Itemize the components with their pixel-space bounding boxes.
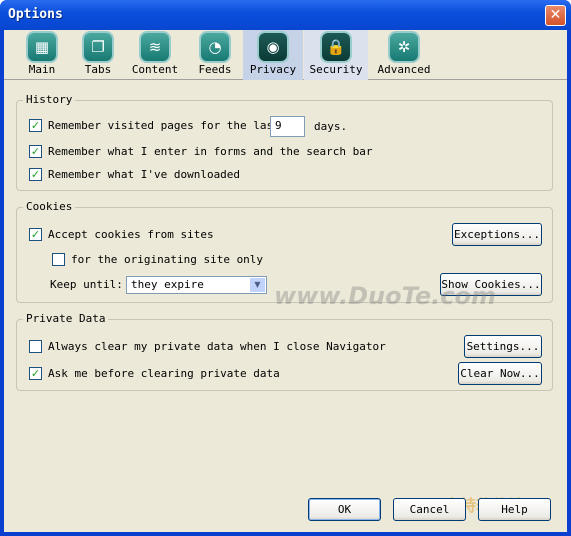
accept-cookies-row: ✓ Accept cookies from sites (29, 228, 214, 241)
window-title: Options (8, 7, 63, 22)
settings-button[interactable]: Settings... (464, 335, 542, 358)
group-label: Private Data (23, 312, 109, 325)
keep-until-label: Keep until: (50, 278, 123, 291)
tab-main[interactable]: ▦ Main (22, 30, 62, 80)
tab-advanced[interactable]: ✲ Advanced (374, 30, 434, 80)
remember-downloads-checkbox[interactable]: ✓ (29, 168, 42, 181)
ask-me-checkbox[interactable]: ✓ (29, 367, 42, 380)
select-value: they expire (131, 278, 204, 291)
private-data-group: Private Data Always clear my private dat… (16, 312, 553, 391)
dialog-body: ▦ Main ❐ Tabs ≋ Content ◔ Feeds ◉ Privacy 🔒 Se… (4, 30, 567, 532)
label: Remember visited pages for the last (48, 119, 280, 132)
cancel-button[interactable]: Cancel (393, 498, 466, 521)
originating-row: for the originating site only (52, 253, 263, 266)
feeds-icon: ◔ (201, 33, 229, 61)
ask-me-row: ✓ Ask me before clearing private data (29, 367, 280, 380)
label: for the originating site only (71, 253, 264, 266)
close-button[interactable]: ✕ (545, 5, 566, 26)
gear-icon: ✲ (390, 33, 418, 61)
label: Always clear my private data when I clos… (48, 340, 386, 353)
group-label: Cookies (23, 200, 76, 213)
remember-visited-checkbox[interactable]: ✓ (29, 119, 42, 132)
watermark: www.DuoTe.com (274, 282, 496, 310)
main-icon: ▦ (28, 33, 56, 61)
tab-label: Security (309, 63, 363, 76)
tab-feeds[interactable]: ◔ Feeds (192, 30, 238, 80)
tab-content[interactable]: ≋ Content (128, 30, 182, 80)
exceptions-button[interactable]: Exceptions... (452, 223, 542, 246)
tabs-icon: ❐ (84, 33, 112, 61)
tab-label: Feeds (198, 63, 232, 76)
chevron-down-icon: ▼ (250, 278, 265, 292)
group-label: History (23, 93, 76, 106)
tab-label: Main (28, 63, 56, 76)
always-clear-row: Always clear my private data when I clos… (29, 340, 386, 353)
help-button[interactable]: Help (478, 498, 551, 521)
content-icon: ≋ (141, 33, 169, 61)
tab-tabs[interactable]: ❐ Tabs (78, 30, 118, 80)
options-window: Options ✕ ▦ Main ❐ Tabs ≋ Content ◔ Feeds ◉ P… (0, 0, 571, 536)
title-bar[interactable]: Options ✕ (0, 0, 571, 30)
label: Accept cookies from sites (48, 228, 214, 241)
tab-label: Privacy (249, 63, 297, 76)
always-clear-checkbox[interactable] (29, 340, 42, 353)
label: Remember what I enter in forms and the s… (48, 145, 373, 158)
keep-until-select[interactable]: they expire ▼ (126, 276, 267, 294)
lock-icon: 🔒 (322, 33, 350, 61)
tab-label: Advanced (377, 63, 431, 76)
tab-security[interactable]: 🔒 Security (304, 30, 368, 80)
label: Remember what I've downloaded (48, 168, 241, 181)
tab-label: Content (131, 63, 179, 76)
days-input[interactable]: 9 (270, 116, 305, 137)
eye-icon: ◉ (259, 33, 287, 61)
tab-privacy[interactable]: ◉ Privacy (243, 30, 303, 80)
ok-button[interactable]: OK (308, 498, 381, 521)
history-group: History ✓ Remember visited pages for the … (16, 93, 553, 191)
days-label: days. (314, 120, 348, 133)
tab-label: Tabs (84, 63, 112, 76)
category-toolbar: ▦ Main ❐ Tabs ≋ Content ◔ Feeds ◉ Privacy 🔒 Se… (4, 30, 567, 80)
remember-forms-checkbox[interactable]: ✓ (29, 145, 42, 158)
remember-visited-row: ✓ Remember visited pages for the last (29, 119, 280, 132)
originating-checkbox[interactable] (52, 253, 65, 266)
label: Ask me before clearing private data (48, 367, 280, 380)
remember-forms-row: ✓ Remember what I enter in forms and the … (29, 145, 373, 158)
clear-now-button[interactable]: Clear Now... (458, 362, 542, 385)
remember-downloads-row: ✓ Remember what I've downloaded (29, 168, 240, 181)
accept-cookies-checkbox[interactable]: ✓ (29, 228, 42, 241)
